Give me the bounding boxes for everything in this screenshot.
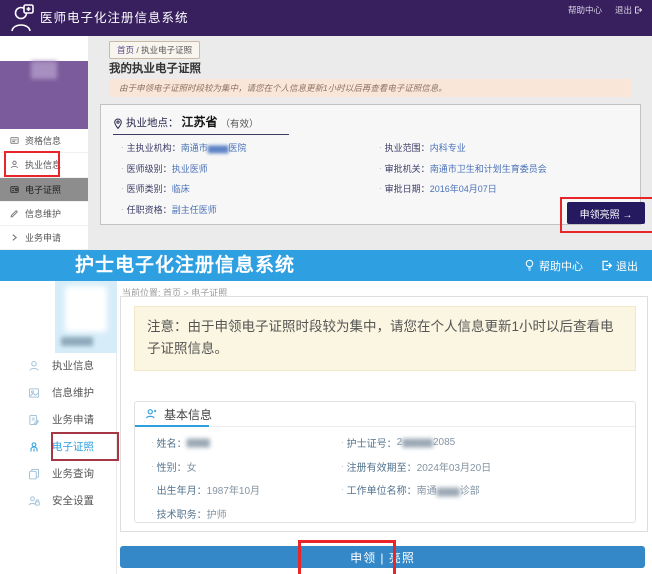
blurred-avatar xyxy=(65,286,107,332)
basic-info-card: 基本信息 ·姓名：▆▆▆ ·性别：女 ·出生年月：1987年10月 ·技术职务：… xyxy=(134,401,636,523)
blurred-user-name xyxy=(31,61,57,79)
physician-main: 首页 / 执业电子证照 我的执业电子证照 由于申领电子证照时段较为集中，请您在个… xyxy=(88,36,652,250)
field-row: ·任职资格：副主任医师 xyxy=(121,203,379,216)
field-row: ·主执业机构：南通市▆▆▆医院 xyxy=(121,141,379,154)
nurse-header: 护士电子化注册信息系统 帮助中心 退出 xyxy=(0,250,652,281)
license-card: 执业地点： 江苏省 （有效） ·主执业机构：南通市▆▆▆医院 ·医师级别：执业医… xyxy=(100,104,641,225)
notice-banner: 由于申领电子证照时段较为集中，请您在个人信息更新1小时以后再查看电子证照信息。 xyxy=(109,79,631,97)
person-icon xyxy=(145,408,157,420)
practice-location-heading: 执业地点： 江苏省 （有效） xyxy=(113,113,289,135)
fields-right: ·护士证号：2▆▆▆▆2085 ·注册有效期至：2024年03月20日 ·工作单… xyxy=(341,435,621,529)
sidebar-item-business-apply[interactable]: 业务申请 xyxy=(22,406,117,433)
app-title: 护士电子化注册信息系统 xyxy=(75,250,295,281)
app-title: 医师电子化注册信息系统 xyxy=(40,0,189,36)
logout-icon xyxy=(634,6,642,14)
logout-link[interactable]: 退出 xyxy=(601,258,638,274)
field-row: ·姓名：▆▆▆ xyxy=(151,435,341,450)
basic-info-header: 基本信息 xyxy=(135,402,635,427)
field-row: ·护士证号：2▆▆▆▆2085 xyxy=(341,435,621,450)
copy-icon xyxy=(28,468,40,480)
basic-info-fields: ·姓名：▆▆▆ ·性别：女 ·出生年月：1987年10月 ·技术职务：护师 ·护… xyxy=(151,435,621,529)
breadcrumb: 首页 / 执业电子证照 xyxy=(109,41,200,59)
header-accent-bar xyxy=(135,425,209,427)
lock-person-icon xyxy=(28,495,40,507)
fields-left: ·姓名：▆▆▆ ·性别：女 ·出生年月：1987年10月 ·技术职务：护师 xyxy=(151,435,341,529)
user-panel xyxy=(55,281,117,353)
frame-icon xyxy=(28,387,40,399)
sidebar-item-e-license[interactable]: 电子证照 xyxy=(22,433,117,460)
field-row: ·医师级别：执业医师 xyxy=(121,162,379,175)
pencil-icon xyxy=(10,209,19,218)
notice-banner: 注意：由于申领电子证照时段较为集中，请您在个人信息更新1小时以后查看电子证照信息… xyxy=(134,306,636,371)
badge-icon xyxy=(10,185,19,194)
sidebar-item-e-license[interactable]: 电子证照 xyxy=(0,178,88,202)
person-icon xyxy=(10,160,19,169)
logout-link[interactable]: 退出 xyxy=(615,0,642,20)
physician-header: 医师电子化注册信息系统 帮助中心 退出 xyxy=(0,0,652,36)
apply-license-button[interactable]: 申领 | 亮照 xyxy=(120,546,645,568)
doc-edit-icon xyxy=(28,414,40,426)
nurse-sidebar: 执业信息 信息维护 业务申请 电子证照 业务查询 xyxy=(0,281,117,574)
field-row: ·工作单位名称：南通▆▆▆诊部 xyxy=(341,482,621,497)
license-fields: ·主执业机构：南通市▆▆▆医院 ·医师级别：执业医师 ·医师类别：临床 ·任职资… xyxy=(121,141,637,223)
header-links: 帮助中心 退出 xyxy=(524,250,638,281)
field-row: ·出生年月：1987年10月 xyxy=(151,482,341,497)
sidebar-item-business-apply[interactable]: 业务申请 xyxy=(0,226,88,250)
sidebar-item-security-settings[interactable]: 安全设置 xyxy=(22,487,117,514)
field-row: ·执业范围：内科专业 xyxy=(379,141,637,154)
sidebar-item-practice-info[interactable]: 执业信息 xyxy=(0,153,88,177)
sidebar-item-info-maintenance[interactable]: 信息维护 xyxy=(0,202,88,226)
page-title: 我的执业电子证照 xyxy=(109,60,201,76)
breadcrumb-home-link[interactable]: 首页 xyxy=(117,45,134,55)
field-row: ·审批机关：南通市卫生和计划生育委员会 xyxy=(379,162,637,175)
physician-logo-icon xyxy=(9,4,36,32)
physician-sidebar: 资格信息 执业信息 电子证照 信息维护 业务申请 xyxy=(0,36,89,250)
header-links: 帮助中心 退出 xyxy=(568,0,642,20)
nurse-system-window: 护士电子化注册信息系统 帮助中心 退出 xyxy=(0,250,652,574)
logout-icon xyxy=(601,260,612,271)
field-row: ·医师类别：临床 xyxy=(121,182,379,195)
field-row: ·技术职务：护师 xyxy=(151,506,341,521)
physician-system-window: 医师电子化注册信息系统 帮助中心 退出 xyxy=(0,0,652,250)
field-row: ·性别：女 xyxy=(151,459,341,474)
bulb-icon xyxy=(524,259,535,272)
field-row: ·审批日期：2016年04月07日 xyxy=(379,182,637,195)
page: 医师电子化注册信息系统 帮助中心 退出 xyxy=(0,0,652,574)
card-icon xyxy=(10,136,19,145)
nurse-main-card: 注意：由于申领电子证照时段较为集中，请您在个人信息更新1小时以后查看电子证照信息… xyxy=(120,296,648,532)
sidebar-item-business-query[interactable]: 业务查询 xyxy=(22,460,117,487)
sidebar-item-info-maintenance[interactable]: 信息维护 xyxy=(22,379,117,406)
apply-license-button[interactable]: 申领亮照 → xyxy=(567,202,645,224)
field-row: ·注册有效期至：2024年03月20日 xyxy=(341,459,621,474)
help-center-link[interactable]: 帮助中心 xyxy=(524,258,583,274)
location-pin-icon xyxy=(113,118,123,130)
nurse-menu: 执业信息 信息维护 业务申请 电子证照 业务查询 xyxy=(22,352,117,514)
badge-icon xyxy=(28,441,40,453)
sidebar-item-practice-info[interactable]: 执业信息 xyxy=(22,352,117,379)
help-center-link[interactable]: 帮助中心 xyxy=(568,0,602,20)
chevron-right-icon xyxy=(10,233,19,242)
fields-left: ·主执业机构：南通市▆▆▆医院 ·医师级别：执业医师 ·医师类别：临床 ·任职资… xyxy=(121,141,379,223)
sidebar-item-qualification-info[interactable]: 资格信息 xyxy=(0,129,88,153)
user-panel xyxy=(0,61,88,129)
person-icon xyxy=(28,360,40,372)
blurred-user-name xyxy=(61,337,93,346)
